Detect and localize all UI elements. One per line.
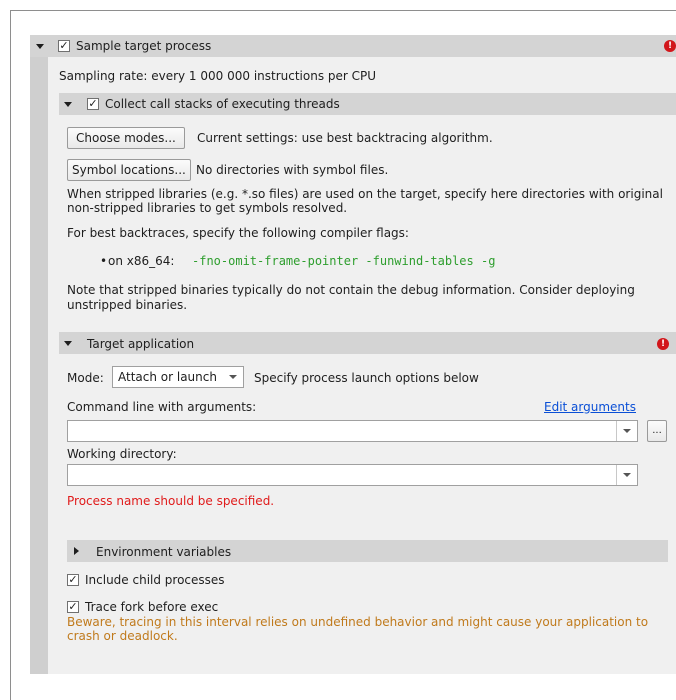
bullet-icon: • xyxy=(100,254,108,268)
cmdline-input[interactable] xyxy=(67,420,638,442)
compiler-flags-intro: For best backtraces, specify the followi… xyxy=(67,226,409,240)
browse-button[interactable]: ... xyxy=(647,420,667,442)
flags-arch-label: on x86_64: xyxy=(108,254,175,268)
mode-label: Mode: xyxy=(67,371,104,385)
workdir-label: Working directory: xyxy=(67,447,177,461)
current-settings-text: Current settings: use best backtracing a… xyxy=(197,131,493,145)
mode-select-value: Attach or launch xyxy=(118,370,217,384)
environment-variables-label: Environment variables xyxy=(96,545,232,559)
debug-info-note: Note that stripped binaries typically do… xyxy=(67,283,635,312)
edit-arguments-link[interactable]: Edit arguments xyxy=(544,400,636,414)
target-application-label: Target application xyxy=(87,337,195,351)
choose-modes-button[interactable]: Choose modes... xyxy=(67,127,185,149)
chevron-down-icon[interactable] xyxy=(64,341,72,346)
mode-select[interactable]: Attach or launch xyxy=(112,366,244,388)
cmdline-label: Command line with arguments: xyxy=(67,400,257,414)
call-stacks-label: Collect call stacks of executing threads xyxy=(105,97,340,111)
include-child-label: Include child processes xyxy=(85,573,225,587)
trace-fork-warning: Beware, tracing in this interval relies … xyxy=(67,615,649,643)
symbol-locations-button[interactable]: Symbol locations... xyxy=(67,159,191,181)
chevron-down-icon[interactable] xyxy=(36,44,44,49)
chevron-down-icon[interactable] xyxy=(616,421,637,441)
call-stacks-checkbox[interactable]: ✓ xyxy=(87,98,99,110)
chevron-down-icon[interactable] xyxy=(616,465,637,485)
symbol-status-text: No directories with symbol files. xyxy=(196,163,389,177)
include-child-checkbox[interactable]: ✓ xyxy=(67,574,79,586)
mode-hint-text: Specify process launch options below xyxy=(254,371,479,385)
workdir-input[interactable] xyxy=(67,464,638,486)
compiler-flags: -fno-omit-frame-pointer -funwind-tables … xyxy=(192,254,496,268)
sample-target-label: Sample target process xyxy=(76,39,212,53)
chevron-right-icon[interactable] xyxy=(74,547,79,555)
process-name-error: Process name should be specified. xyxy=(67,494,275,508)
trace-fork-label: Trace fork before exec xyxy=(85,600,219,614)
error-icon: ! xyxy=(657,338,669,350)
sample-target-checkbox[interactable]: ✓ xyxy=(58,40,70,52)
chevron-down-icon[interactable] xyxy=(64,102,72,107)
stripped-libraries-note: When stripped libraries (e.g. *.so files… xyxy=(67,187,663,215)
trace-fork-checkbox[interactable]: ✓ xyxy=(67,601,79,613)
sampling-rate-text: Sampling rate: every 1 000 000 instructi… xyxy=(59,69,377,83)
error-icon: ! xyxy=(664,40,676,52)
chevron-down-icon xyxy=(229,375,237,379)
